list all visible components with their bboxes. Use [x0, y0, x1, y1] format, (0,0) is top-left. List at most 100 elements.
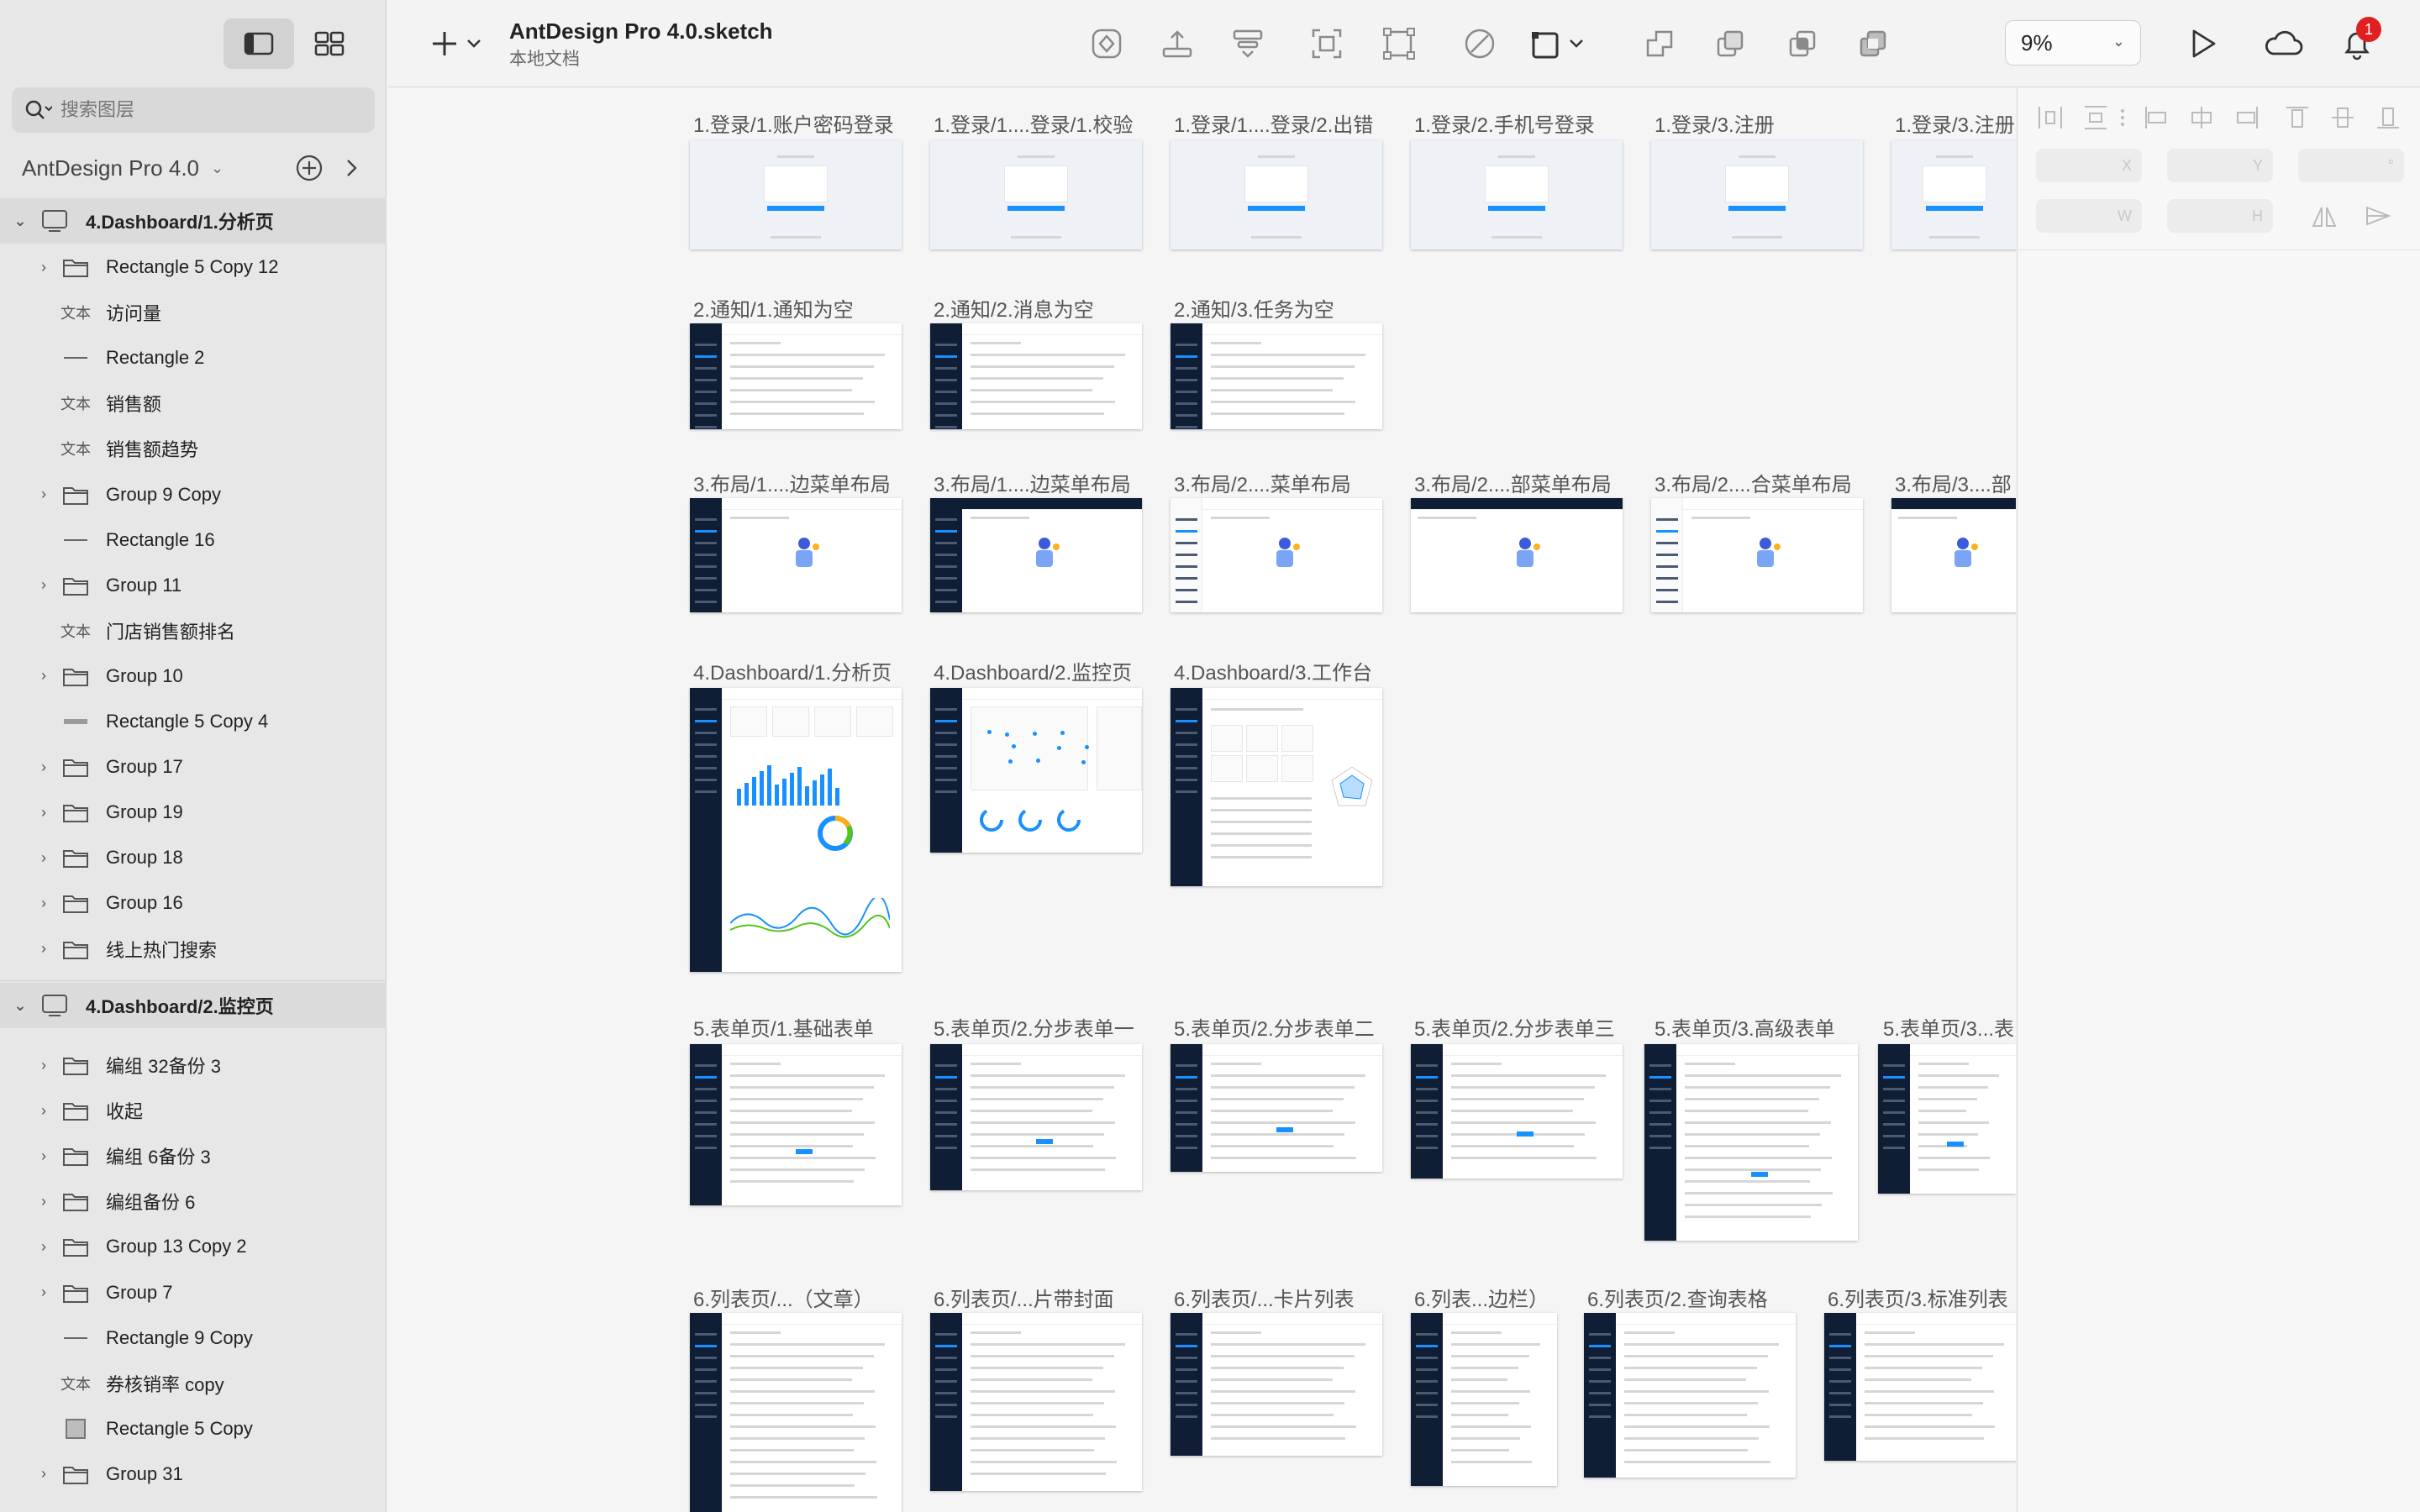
- align-top-icon[interactable]: [2283, 103, 2312, 132]
- layer-row[interactable]: › 线上热门搜索: [0, 927, 387, 972]
- layer-row[interactable]: › Group 7: [0, 1270, 387, 1315]
- artboard-thumbnail[interactable]: [690, 1313, 902, 1512]
- artboard-label[interactable]: 1.登录/1.账户密码登录: [693, 108, 894, 138]
- layer-row[interactable]: › Group 18: [0, 835, 387, 880]
- layer-row[interactable]: ›Rectangle 16: [0, 517, 387, 563]
- distribute-horizontal-icon[interactable]: [2036, 103, 2065, 132]
- artboard-thumbnail[interactable]: [1891, 498, 2016, 612]
- chevron-down-icon[interactable]: [1567, 25, 1586, 62]
- layout-icon[interactable]: [1229, 25, 1266, 62]
- artboard-thumbnail[interactable]: [1171, 498, 1382, 612]
- flip-vertical-icon[interactable]: [2362, 202, 2394, 231]
- artboard-thumbnail[interactable]: [1171, 323, 1382, 429]
- artboard-label[interactable]: 2.通知/3.任务为空: [1174, 293, 1334, 323]
- artboard-thumbnail[interactable]: [1891, 140, 2016, 249]
- artboard-thumbnail[interactable]: [1411, 1044, 1623, 1179]
- artboard-label[interactable]: 3.布局/2....菜单布局: [1174, 468, 1351, 497]
- artboard-thumbnail[interactable]: [1411, 1313, 1557, 1486]
- chevron-right-icon[interactable]: ›: [29, 940, 59, 958]
- artboard-thumbnail[interactable]: [1171, 1044, 1382, 1172]
- layer-row[interactable]: › 编组备份 6: [0, 1179, 387, 1224]
- layer-row[interactable]: ›文本销售额趋势: [0, 426, 387, 471]
- artboard-thumbnail[interactable]: [930, 140, 1142, 249]
- layer-row[interactable]: › Group 11: [0, 563, 387, 608]
- artboard-thumbnail[interactable]: [1584, 1313, 1796, 1478]
- layer-row[interactable]: ›文本访问量: [0, 290, 387, 335]
- layer-row[interactable]: › Group 16: [0, 880, 387, 926]
- chevron-right-icon[interactable]: ›: [29, 1102, 59, 1120]
- artboard-thumbnail[interactable]: [690, 1044, 902, 1205]
- chevron-right-icon[interactable]: ›: [29, 1238, 59, 1256]
- layer-row[interactable]: › Group 17: [0, 744, 387, 790]
- layer-row[interactable]: › 编组 6备份 3: [0, 1133, 387, 1179]
- layer-row[interactable]: ›Rectangle 5 Copy 4: [0, 699, 387, 744]
- artboard-label[interactable]: 6.列表页/2.查询表格: [1587, 1283, 1768, 1312]
- artboard-thumbnail[interactable]: [1411, 140, 1623, 249]
- width-field[interactable]: W: [2036, 199, 2142, 233]
- artboard-thumbnail[interactable]: [1651, 498, 1863, 612]
- chevron-right-icon[interactable]: ›: [29, 1284, 59, 1301]
- layer-row[interactable]: ›Rectangle 2: [0, 335, 387, 381]
- artboard-label[interactable]: 1.登录/2.手机号登录: [1414, 108, 1595, 138]
- artboard-label[interactable]: 5.表单页/1.基础表单: [693, 1012, 874, 1042]
- artboard-label[interactable]: 6.列表...边栏）: [1414, 1283, 1549, 1312]
- layer-search[interactable]: [12, 87, 375, 133]
- layer-row[interactable]: › Group 19: [0, 790, 387, 835]
- artboard-label[interactable]: 3.布局/2....合菜单布局: [1655, 468, 1852, 497]
- height-field[interactable]: H: [2167, 199, 2273, 233]
- artboard-label[interactable]: 6.列表页/...片带封面: [934, 1283, 1114, 1312]
- layer-row[interactable]: ›Rectangle 9 Copy: [0, 1315, 387, 1361]
- chevron-right-icon[interactable]: ›: [29, 667, 59, 685]
- chevron-right-icon[interactable]: [336, 153, 366, 183]
- chevron-down-icon[interactable]: ⌄: [0, 213, 40, 230]
- frame-icon[interactable]: [1308, 25, 1345, 62]
- artboard-label[interactable]: 5.表单页/2.分步表单二: [1174, 1012, 1375, 1042]
- artboard-label[interactable]: 5.表单页/2.分步表单三: [1414, 1012, 1615, 1042]
- resize-icon[interactable]: [1528, 25, 1565, 62]
- transform-icon[interactable]: [1381, 25, 1418, 62]
- artboard-thumbnail[interactable]: [1824, 1313, 2016, 1461]
- edit-icon[interactable]: [1461, 25, 1498, 62]
- chevron-right-icon[interactable]: ›: [29, 486, 59, 503]
- zoom-select[interactable]: 9% ⌄: [2005, 20, 2141, 66]
- artboard-label[interactable]: 6.列表页/...（文章）: [693, 1283, 874, 1312]
- artboard-thumbnail[interactable]: [690, 688, 902, 972]
- chevron-right-icon[interactable]: ›: [29, 576, 59, 594]
- more-icon[interactable]: [2117, 103, 2128, 132]
- artboard-thumbnail[interactable]: [930, 688, 1142, 853]
- artboard-label[interactable]: 1.登录/3.注册: [1655, 108, 1775, 138]
- align-center-icon[interactable]: [2187, 103, 2216, 132]
- artboard-label[interactable]: 1.登录/1....登录/2.出错: [1174, 108, 1373, 138]
- artboard-label[interactable]: 6.列表页/3.标准列表: [1828, 1283, 2008, 1312]
- single-view-button[interactable]: [224, 18, 294, 69]
- align-middle-icon[interactable]: [2328, 103, 2357, 132]
- chevron-right-icon[interactable]: ›: [29, 1147, 59, 1165]
- canvas[interactable]: 1.登录/1.账户密码登录 1.登录/1....登录/1.校验 1.登录/1....…: [387, 88, 2016, 1512]
- artboard-label[interactable]: 5.表单页/3...表: [1883, 1012, 2014, 1042]
- align-right-icon[interactable]: [2233, 103, 2261, 132]
- layer-row[interactable]: › Group 13 Copy 2: [0, 1224, 387, 1269]
- artboard-label[interactable]: 2.通知/2.消息为空: [934, 293, 1094, 323]
- upload-icon[interactable]: [1159, 25, 1196, 62]
- chevron-right-icon[interactable]: ›: [29, 259, 59, 276]
- chevron-right-icon[interactable]: ›: [29, 1057, 59, 1074]
- artboard-thumbnail[interactable]: [1878, 1044, 2016, 1194]
- chevron-right-icon[interactable]: ›: [29, 759, 59, 776]
- chevron-down-icon[interactable]: ⌄: [0, 997, 40, 1015]
- artboard-label[interactable]: 6.列表页/...卡片列表: [1174, 1283, 1355, 1312]
- artboard-thumbnail[interactable]: [930, 498, 1142, 612]
- artboard-label[interactable]: 5.表单页/2.分步表单一: [934, 1012, 1134, 1042]
- align-bottom-icon[interactable]: [2374, 103, 2402, 132]
- artboard-label[interactable]: 3.布局/1....边菜单布局: [693, 468, 891, 497]
- artboard-row[interactable]: ⌄ 4.Dashboard/1.分析页: [0, 198, 387, 244]
- layer-row[interactable]: › Group 10: [0, 654, 387, 699]
- symbol-icon[interactable]: [1088, 25, 1125, 62]
- cloud-icon[interactable]: [2261, 25, 2305, 62]
- artboard-thumbnail[interactable]: [690, 323, 902, 429]
- artboard-thumbnail[interactable]: [930, 1313, 1142, 1491]
- chevron-down-icon[interactable]: [465, 25, 483, 62]
- insert-plus-icon[interactable]: [426, 25, 463, 62]
- artboard-thumbnail[interactable]: [690, 140, 902, 249]
- chevron-right-icon[interactable]: ›: [29, 895, 59, 912]
- artboard-label[interactable]: 4.Dashboard/1.分析页: [693, 656, 892, 685]
